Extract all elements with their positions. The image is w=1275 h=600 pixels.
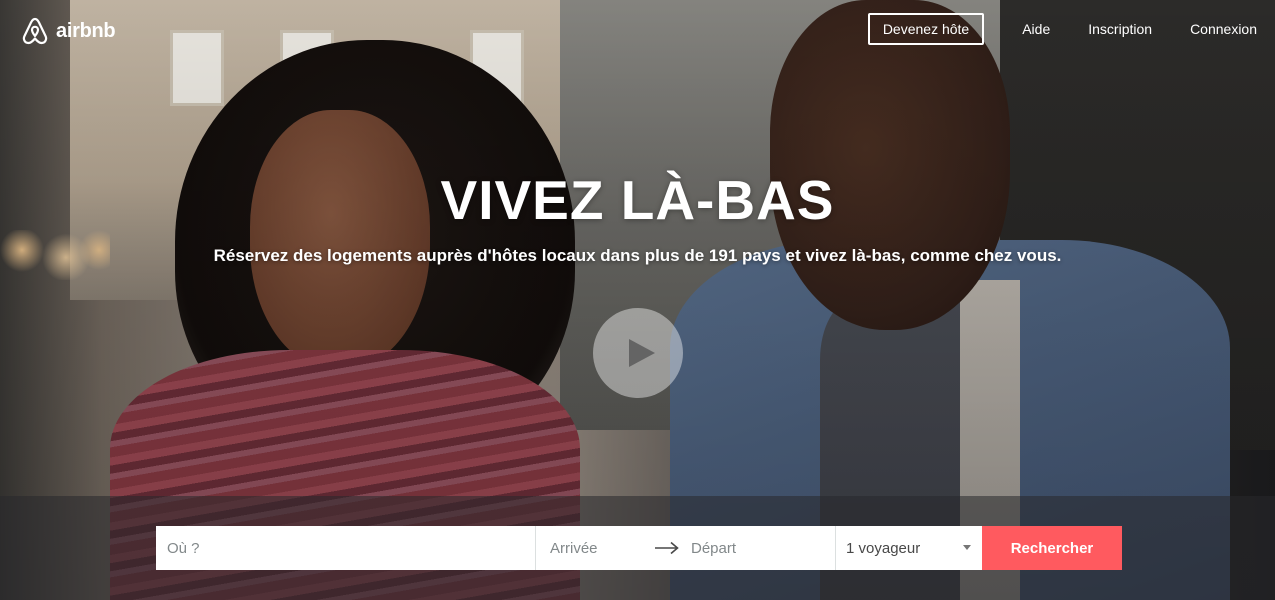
dates-field: Arrivée Départ xyxy=(536,526,836,570)
airbnb-logo-icon xyxy=(22,17,48,45)
checkout-input[interactable]: Départ xyxy=(690,540,811,557)
search-bar: Où ? Arrivée Départ 1 voyageur Recherche… xyxy=(156,526,1122,570)
play-icon[interactable] xyxy=(593,308,683,398)
guests-value: 1 voyageur xyxy=(846,539,921,557)
help-link[interactable]: Aide xyxy=(1022,21,1050,37)
checkin-input[interactable]: Arrivée xyxy=(550,540,654,557)
login-link[interactable]: Connexion xyxy=(1190,21,1257,37)
hero-title: VIVEZ LÀ-BAS xyxy=(440,169,835,231)
signup-link[interactable]: Inscription xyxy=(1088,21,1152,37)
chevron-down-icon xyxy=(963,545,971,550)
airbnb-logo[interactable]: airbnb xyxy=(20,16,116,46)
arrow-right-icon xyxy=(654,541,690,555)
search-button[interactable]: Rechercher xyxy=(982,526,1122,570)
brand-name: airbnb xyxy=(56,19,116,42)
location-input[interactable]: Où ? xyxy=(156,526,536,570)
hero-subtitle: Réservez des logements auprès d'hôtes lo… xyxy=(213,246,1062,265)
become-host-button[interactable]: Devenez hôte xyxy=(867,13,985,45)
top-navigation: Devenez hôte Aide Inscription Connexion xyxy=(867,13,1257,45)
guests-select[interactable]: 1 voyageur xyxy=(836,526,982,570)
hero-video-background xyxy=(0,0,1275,600)
